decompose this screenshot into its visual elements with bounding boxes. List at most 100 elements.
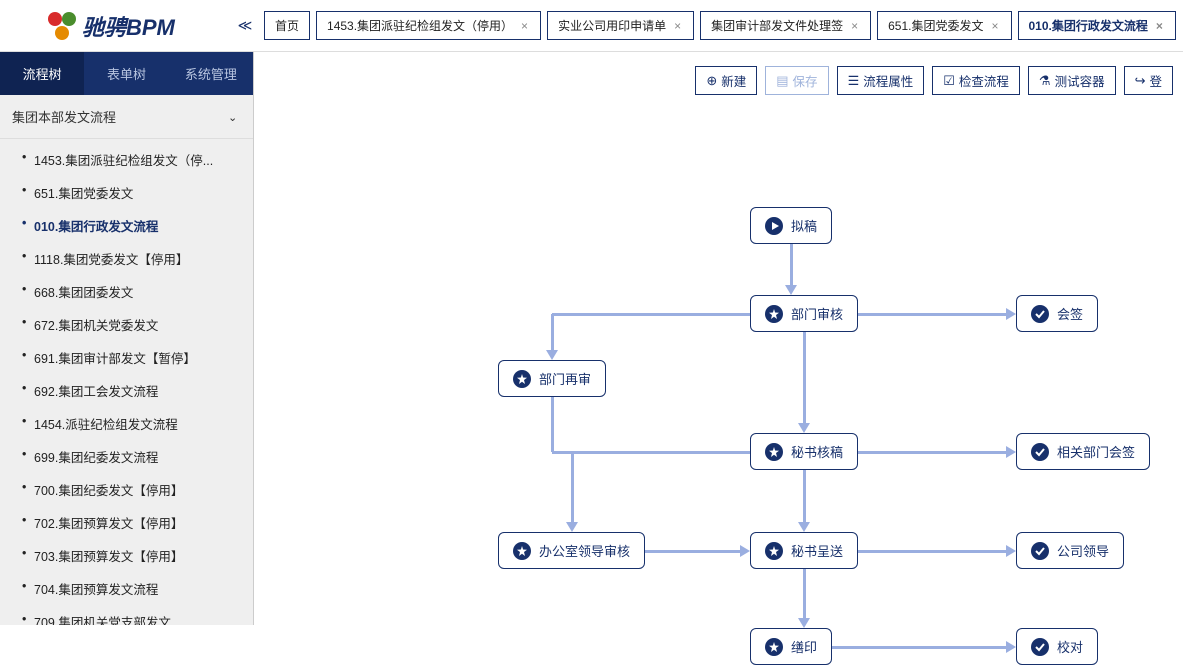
flow-node[interactable]: 公司领导 (1016, 532, 1124, 569)
check-icon (1031, 305, 1049, 323)
flow-edge (832, 646, 1008, 649)
top-tab[interactable]: 1453.集团派驻纪检组发文（停用） × (316, 11, 541, 40)
tab-label: 1453.集团派驻纪检组发文（停用） (327, 17, 513, 34)
tree-group-header[interactable]: 集团本部发文流程 ⌃ (0, 95, 253, 139)
tree-item[interactable]: 668.集团团委发文 (0, 275, 253, 308)
flow-edge (858, 550, 1008, 553)
flow-node[interactable]: 缮印 (750, 628, 832, 665)
tree-item[interactable]: 700.集团纪委发文【停用】 (0, 473, 253, 506)
main-panel: ⊕新建 ▤保存 ☰流程属性☑检查流程 ⚗测试容器 ↪登 拟稿部门审核 会签部门再审秘书核稿… (254, 52, 1183, 625)
plus-button[interactable]: ⊕新建 (695, 66, 757, 95)
tree-item[interactable]: 692.集团工会发文流程 (0, 374, 253, 407)
close-icon[interactable]: × (849, 19, 860, 33)
flow-node[interactable]: 部门审核 (750, 295, 858, 332)
top-tab[interactable]: 首页 (264, 11, 310, 40)
tree-item[interactable]: 1118.集团党委发文【停用】 (0, 242, 253, 275)
flow-edge (572, 451, 751, 454)
close-icon[interactable]: × (519, 19, 530, 33)
tree-panel: 集团本部发文流程 ⌃ 1453.集团派驻纪检组发文（停...651.集团党委发文… (0, 95, 253, 625)
flow-edge (571, 452, 574, 525)
tree-item[interactable]: 651.集团党委发文 (0, 176, 253, 209)
top-tab[interactable]: 实业公司用印申请单 × (547, 11, 694, 40)
flow-edge (803, 332, 806, 425)
list-button[interactable]: ☰流程属性 (837, 66, 925, 95)
arrow-icon (740, 545, 750, 557)
tree-item[interactable]: 1453.集团派驻纪检组发文（停... (0, 143, 253, 176)
flow-node[interactable]: 秘书呈送 (750, 532, 858, 569)
tree-item[interactable]: 703.集团预算发文【停用】 (0, 539, 253, 572)
close-icon[interactable]: × (672, 19, 683, 33)
flow-node[interactable]: 会签 (1016, 295, 1098, 332)
tree-item[interactable]: 010.集团行政发文流程 (0, 209, 253, 242)
save-icon: ▤ (776, 73, 788, 89)
side-tab[interactable]: 系统管理 (169, 52, 253, 95)
flow-node[interactable]: 相关部门会签 (1016, 433, 1150, 470)
top-tab[interactable]: 集团审计部发文件处理签 × (700, 11, 871, 40)
node-label: 公司领导 (1057, 541, 1109, 560)
login-button[interactable]: ↪登 (1124, 66, 1173, 95)
check-icon (1031, 542, 1049, 560)
side-tab[interactable]: 表单树 (84, 52, 168, 95)
check-icon (1031, 638, 1049, 656)
star-icon (513, 370, 531, 388)
flow-node[interactable]: 校对 (1016, 628, 1098, 665)
close-icon[interactable]: × (989, 19, 1000, 33)
check-icon (1031, 443, 1049, 461)
save-button[interactable]: ▤保存 (765, 66, 828, 95)
flow-node[interactable]: 秘书核稿 (750, 433, 858, 470)
tab-label: 集团审计部发文件处理签 (711, 17, 843, 34)
tree-item[interactable]: 704.集团预算发文流程 (0, 572, 253, 605)
flow-canvas[interactable]: 拟稿部门审核会签部门再审秘书核稿相关部门会签办公室领导审核秘书呈送公司领导缮印校… (254, 108, 1183, 625)
flow-edge (803, 470, 806, 524)
tab-label: 实业公司用印申请单 (558, 17, 666, 34)
close-icon[interactable]: × (1154, 19, 1165, 33)
button-label: 测试容器 (1055, 71, 1105, 90)
flow-node[interactable]: 部门再审 (498, 360, 606, 397)
tree-item[interactable]: 699.集团纪委发文流程 (0, 440, 253, 473)
tree-item[interactable]: 691.集团审计部发文【暂停】 (0, 341, 253, 374)
plus-icon: ⊕ (706, 73, 717, 89)
top-tab[interactable]: 651.集团党委发文 × (877, 11, 1011, 40)
check-button[interactable]: ☑检查流程 (932, 66, 1020, 95)
top-tab[interactable]: 010.集团行政发文流程 × (1018, 11, 1176, 40)
flow-edge (552, 313, 750, 316)
button-label: 新建 (721, 71, 746, 90)
arrow-icon (566, 522, 578, 532)
star-icon (765, 542, 783, 560)
flow-edge (645, 550, 742, 553)
arrow-icon (798, 522, 810, 532)
button-label: 登 (1149, 71, 1162, 90)
app-title: 驰骋BPM (82, 10, 175, 42)
arrow-icon (1006, 545, 1016, 557)
tree-item[interactable]: 709.集团机关党支部发文 (0, 605, 253, 625)
tree-item[interactable]: 1454.派驻纪检组发文流程 (0, 407, 253, 440)
button-label: 流程属性 (863, 71, 913, 90)
tab-label: 首页 (275, 17, 299, 34)
node-label: 秘书呈送 (791, 541, 843, 560)
tree-group-label: 集团本部发文流程 (12, 107, 116, 126)
app-logo-area: 驰骋BPM (0, 10, 236, 42)
tab-label: 010.集团行政发文流程 (1029, 17, 1148, 34)
collapse-sidebar-button[interactable]: ≪ (236, 17, 254, 34)
button-label: 检查流程 (959, 71, 1009, 90)
flow-edge (551, 397, 554, 452)
node-label: 会签 (1057, 304, 1083, 323)
tree-item[interactable]: 702.集团预算发文【停用】 (0, 506, 253, 539)
arrow-icon (1006, 641, 1016, 653)
node-label: 秘书核稿 (791, 442, 843, 461)
tab-label: 651.集团党委发文 (888, 17, 983, 34)
side-tab[interactable]: 流程树 (0, 52, 84, 95)
gears-icon (48, 12, 76, 40)
flow-node[interactable]: 拟稿 (750, 207, 832, 244)
flow-node[interactable]: 办公室领导审核 (498, 532, 645, 569)
node-label: 拟稿 (791, 216, 817, 235)
flask-icon: ⚗ (1039, 73, 1051, 89)
node-label: 部门审核 (791, 304, 843, 323)
node-label: 缮印 (791, 637, 817, 656)
chevron-up-icon: ⌃ (228, 110, 237, 123)
flow-edge (858, 313, 1008, 316)
node-label: 办公室领导审核 (539, 541, 630, 560)
arrow-icon (785, 285, 797, 295)
tree-item[interactable]: 672.集团机关党委发文 (0, 308, 253, 341)
flask-button[interactable]: ⚗测试容器 (1028, 66, 1116, 95)
